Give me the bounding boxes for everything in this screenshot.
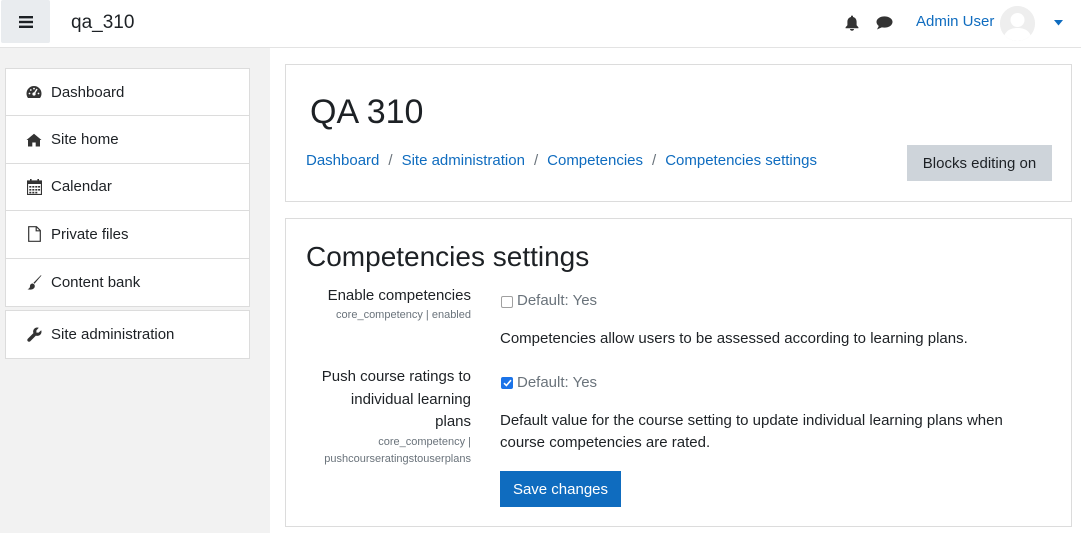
page-header-card: QA 310 Dashboard / Site administration /…	[285, 64, 1072, 202]
default-user-avatar-icon	[1000, 6, 1035, 41]
wrench-icon	[26, 327, 42, 343]
setting-description: Competencies allow users to be assessed …	[500, 330, 968, 347]
checkmark-icon	[502, 379, 512, 387]
top-navbar: qa_310 Admin User	[0, 0, 1081, 48]
user-menu-name[interactable]: Admin User	[916, 13, 994, 30]
blocks-editing-on-button[interactable]: Blocks editing on	[907, 145, 1052, 181]
sidebar-item-label: Site administration	[51, 326, 175, 344]
paintbrush-icon	[26, 274, 42, 290]
page-title: QA 310	[310, 93, 424, 131]
caret-down-icon[interactable]	[1054, 20, 1063, 26]
sidebar-item-private-files[interactable]: Private files	[6, 211, 249, 259]
nav-group-admin: Site administration	[5, 310, 250, 360]
sidebar-item-label: Calendar	[51, 178, 112, 196]
settings-card: Competencies settings Enable competencie…	[285, 218, 1072, 527]
site-name[interactable]: qa_310	[71, 12, 134, 34]
nav-drawer: Dashboard Site home Calendar Private fil…	[0, 48, 270, 533]
push-course-ratings-checkbox[interactable]	[501, 377, 513, 389]
setting-key: core_competency |	[378, 436, 471, 448]
breadcrumb-separator: /	[388, 152, 393, 169]
settings-heading: Competencies settings	[306, 241, 590, 272]
setting-default: Default: Yes	[517, 374, 598, 391]
breadcrumb-separator: /	[533, 152, 539, 169]
setting-label-block: Push course ratings to individual learni…	[286, 366, 471, 466]
chat-bubble-icon[interactable]	[876, 16, 893, 30]
setting-label-push-course-ratings: individual learning	[350, 390, 471, 408]
sidebar-item-dashboard[interactable]: Dashboard	[6, 69, 249, 117]
breadcrumb-site-administration[interactable]: Site administration	[402, 152, 525, 169]
breadcrumb-dashboard[interactable]: Dashboard	[306, 152, 379, 169]
home-icon	[26, 132, 42, 148]
enable-competencies-checkbox[interactable]	[501, 296, 513, 308]
dashboard-icon	[26, 84, 42, 100]
drawer-toggle-button[interactable]	[1, 0, 50, 43]
setting-key: pushcourseratingstouserplans	[324, 453, 471, 465]
sidebar-item-content-bank[interactable]: Content bank	[6, 259, 249, 306]
sidebar-item-label: Dashboard	[51, 83, 125, 101]
breadcrumb-separator: /	[652, 152, 657, 169]
setting-description-line: course competencies are rated.	[500, 434, 711, 451]
calendar-icon	[26, 178, 42, 195]
nav-group-main: Dashboard Site home Calendar Private fil…	[5, 68, 250, 307]
setting-label-push-course-ratings: Push course ratings to	[321, 368, 471, 385]
breadcrumb-competencies-settings[interactable]: Competencies settings	[665, 152, 817, 169]
setting-label-enable-competencies: Enable competencies	[327, 287, 471, 304]
save-changes-button[interactable]: Save changes	[500, 471, 621, 507]
avatar[interactable]	[1000, 6, 1035, 41]
sidebar-item-label: Private files	[51, 225, 129, 243]
setting-label-push-course-ratings: plans	[435, 413, 471, 430]
breadcrumb-competencies[interactable]: Competencies	[547, 152, 643, 169]
sidebar-item-label: Site home	[51, 131, 119, 149]
setting-description: Default value for the course setting to …	[500, 410, 1065, 454]
setting-label-block: Enable competencies core_competency | en…	[286, 285, 471, 325]
bell-icon[interactable]	[845, 15, 859, 31]
setting-key: core_competency | enabled	[336, 309, 471, 321]
sidebar-item-site-administration[interactable]: Site administration	[6, 311, 249, 358]
sidebar-item-label: Content bank	[51, 273, 141, 291]
file-icon	[26, 226, 42, 243]
breadcrumb: Dashboard / Site administration / Compet…	[306, 152, 817, 169]
sidebar-item-site-home[interactable]: Site home	[6, 116, 249, 164]
setting-default: Default: Yes	[517, 292, 598, 309]
setting-description-line: Default value for the course setting to …	[500, 412, 1003, 429]
sidebar-item-calendar[interactable]: Calendar	[6, 164, 249, 212]
hamburger-icon	[18, 15, 33, 28]
